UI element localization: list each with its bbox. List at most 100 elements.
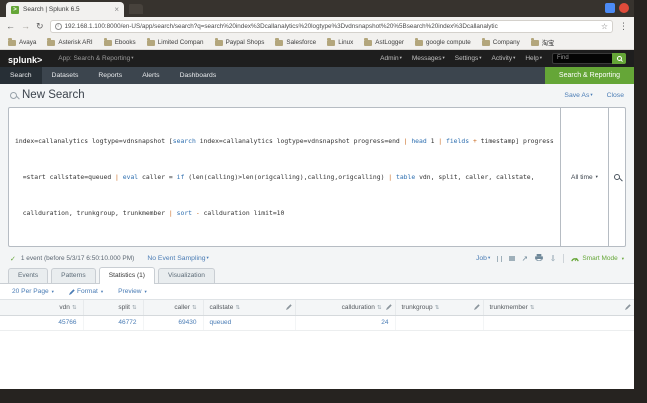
preview-menu[interactable]: Preview ▾ (118, 288, 147, 295)
job-done-check-icon: ✓ (10, 255, 16, 263)
per-page-menu[interactable]: 20 Per Page ▾ (12, 288, 54, 295)
cell-value[interactable]: 45766 (58, 319, 76, 326)
menu-activity[interactable]: Activity▾ (492, 55, 516, 62)
bookmark-item[interactable]: Salesforce (275, 38, 316, 46)
tab-patterns[interactable]: Patterns (51, 268, 96, 283)
share-icon[interactable]: ↗ (522, 255, 528, 263)
nav-item-datasets[interactable]: Datasets (42, 67, 89, 84)
results-toolbar: 20 Per Page ▾ Format ▾ Preview ▾ (0, 284, 634, 300)
save-as-menu[interactable]: Save As▾ (564, 92, 592, 99)
bookmark-item[interactable]: Asterisk ARI (47, 38, 93, 46)
time-range-picker[interactable]: All time ▾ (561, 107, 609, 247)
edit-column-icon[interactable] (285, 304, 292, 310)
format-menu[interactable]: Format ▾ (68, 288, 103, 295)
print-icon[interactable] (535, 254, 543, 263)
job-menu[interactable]: Job▾ (476, 255, 490, 262)
column-header-trunkgroup[interactable]: trunkgroup ⇅ (395, 300, 484, 316)
menu-admin[interactable]: Admin▾ (380, 55, 402, 62)
nav-item-search[interactable]: Search (0, 67, 42, 84)
tab-close-icon[interactable]: × (114, 5, 119, 14)
edit-column-icon[interactable] (625, 304, 631, 310)
page-title: New Search (22, 89, 85, 101)
bookmark-item[interactable]: Limited Compan (146, 38, 204, 46)
column-header-trunkmember[interactable]: trunkmember ⇅ (483, 300, 634, 316)
back-icon[interactable]: ← (6, 22, 15, 31)
table-row: 45766 46772 69430 queued 24 (0, 315, 634, 331)
cell-value[interactable]: queued (210, 319, 232, 326)
app-menu[interactable]: App: Search & Reporting▾ (58, 55, 133, 62)
bookmark-item[interactable]: Ebooks (103, 38, 136, 46)
tab-events[interactable]: Events (8, 268, 49, 283)
job-status-bar: ✓ 1 event (before 5/3/17 6:50:10.000 PM)… (0, 250, 634, 267)
search-mode-selector[interactable]: Smart Mode ▾ (571, 255, 624, 262)
query-line: =start callstate=queued | eval caller = … (15, 173, 535, 181)
column-header-callduration[interactable]: callduration ⇅ (295, 300, 396, 316)
new-search-icon (10, 91, 17, 99)
extension-icon[interactable] (605, 3, 615, 13)
cell-callstate: queued (203, 315, 296, 331)
column-header-callstate[interactable]: callstate ⇅ (203, 300, 296, 316)
pause-icon[interactable] (497, 255, 503, 262)
close-link[interactable]: Close (607, 92, 624, 99)
folder-icon (103, 38, 112, 46)
app-name-label[interactable]: Search & Reporting (544, 67, 634, 84)
extension-icon[interactable] (619, 3, 629, 13)
forward-icon[interactable]: → (21, 22, 30, 31)
stop-icon[interactable] (509, 255, 515, 262)
export-icon[interactable]: ⇩ (550, 255, 556, 263)
event-sampling-menu[interactable]: No Event Sampling▾ (147, 255, 208, 262)
menu-settings[interactable]: Settings▾ (455, 55, 482, 62)
sort-icon: ⇅ (235, 304, 240, 311)
column-header-vdn[interactable]: vdn ⇅ (0, 300, 84, 316)
browser-menu-icon[interactable]: ⋮ (619, 22, 628, 31)
folder-icon (146, 38, 155, 46)
search-submit-button[interactable] (609, 107, 626, 247)
bookmark-item[interactable]: 淘宝 (530, 38, 554, 47)
empty-area (0, 330, 634, 389)
sort-icon: ⇅ (131, 304, 137, 311)
nav-item-dashboards[interactable]: Dashboards (170, 67, 227, 84)
search-query-input[interactable]: index=callanalytics logtype=vdnsnapshot … (8, 107, 561, 247)
folder-icon (214, 38, 223, 46)
bookmark-item[interactable]: Avaya (8, 38, 36, 46)
find-input[interactable]: Find (552, 53, 612, 64)
bookmark-item[interactable]: Paypal Shops (214, 38, 264, 46)
new-tab-button[interactable] (129, 3, 143, 14)
cell-value[interactable]: 46772 (118, 319, 136, 326)
sort-icon: ⇅ (434, 304, 440, 311)
bookmark-item[interactable]: google compute (414, 38, 471, 46)
tab-statistics[interactable]: Statistics (1) (98, 267, 156, 284)
splunk-top-bar: splunk> App: Search & Reporting▾ Admin▾ … (0, 50, 634, 67)
sort-icon: ⇅ (529, 304, 535, 311)
statistics-table: vdn ⇅ split ⇅ caller ⇅ callstate ⇅ calldurat… (0, 300, 634, 331)
folder-icon (327, 38, 336, 46)
tab-visualization[interactable]: Visualization (158, 268, 215, 283)
page-header: New Search Save As▾ Close (0, 84, 634, 106)
bookmark-item[interactable]: Company (481, 38, 520, 46)
column-header-split[interactable]: split ⇅ (83, 300, 144, 316)
cell-value[interactable]: 24 (381, 319, 388, 326)
edit-column-icon[interactable] (473, 304, 480, 310)
menu-messages[interactable]: Messages▾ (412, 55, 445, 62)
refresh-icon[interactable]: ↻ (36, 22, 44, 31)
address-bar[interactable]: i 192.168.1.100:8000/en-US/app/search/se… (49, 20, 613, 33)
folder-icon (8, 38, 16, 46)
browser-toolbar: ← → ↻ i 192.168.1.100:8000/en-US/app/sea… (0, 17, 634, 36)
tab-title: Search | Splunk 6.5 (23, 6, 80, 13)
splunk-logo[interactable]: splunk> (8, 50, 42, 68)
edit-column-icon[interactable] (385, 304, 392, 310)
menu-help[interactable]: Help▾ (525, 55, 542, 62)
browser-tab[interactable]: > Search | Splunk 6.5 × (6, 2, 124, 17)
top-bar-menus: Admin▾ Messages▾ Settings▾ Activity▾ Hel… (380, 53, 626, 64)
find-search-button[interactable] (612, 53, 626, 64)
cell-value[interactable]: 69430 (178, 319, 196, 326)
column-header-caller[interactable]: caller ⇅ (143, 300, 204, 316)
url-text: 192.168.1.100:8000/en-US/app/search/sear… (64, 23, 498, 30)
bookmark-item[interactable]: AstLogger (364, 38, 404, 46)
page-info-icon[interactable]: i (54, 23, 62, 30)
sort-icon: ⇅ (71, 304, 77, 311)
nav-item-alerts[interactable]: Alerts (132, 67, 169, 84)
bookmark-star-icon[interactable]: ☆ (601, 22, 608, 31)
bookmark-item[interactable]: Linux (327, 38, 353, 46)
nav-item-reports[interactable]: Reports (88, 67, 132, 84)
